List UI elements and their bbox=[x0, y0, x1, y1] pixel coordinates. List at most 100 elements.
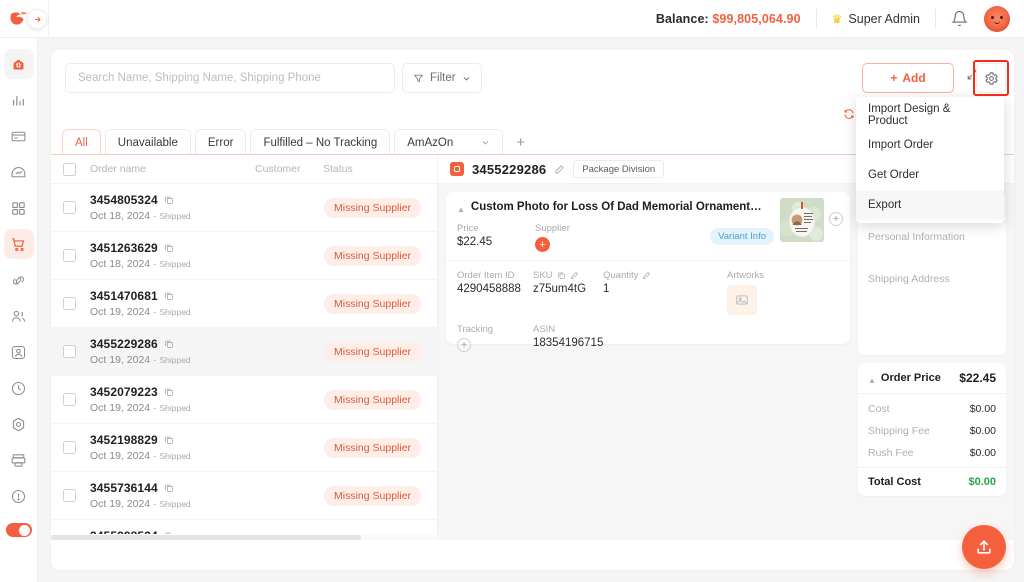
search-input[interactable] bbox=[65, 63, 395, 93]
orders-list: Order name Customer Status 3454805324 bbox=[51, 155, 438, 540]
quantity-value: 1 bbox=[603, 283, 727, 295]
tab-error[interactable]: Error bbox=[195, 129, 247, 155]
printer-icon bbox=[10, 452, 27, 469]
row-date: Oct 19, 2024 bbox=[90, 498, 150, 510]
notifications-button[interactable] bbox=[951, 10, 968, 27]
copy-icon[interactable] bbox=[164, 483, 174, 493]
collapse-caret-icon[interactable]: ▲ bbox=[457, 205, 465, 214]
row-checkbox[interactable] bbox=[63, 393, 76, 406]
add-tab-button[interactable]: + bbox=[507, 129, 534, 155]
copy-icon[interactable] bbox=[164, 435, 174, 445]
order-price-rows: Cost $0.00 Shipping Fee $0.00 Rush Fee bbox=[858, 394, 1006, 467]
copy-icon[interactable] bbox=[557, 271, 566, 280]
menu-item-export[interactable]: Export bbox=[856, 190, 1004, 220]
add-supplier-button[interactable]: + bbox=[535, 237, 550, 252]
artwork-placeholder[interactable] bbox=[727, 285, 757, 315]
tab-all[interactable]: All bbox=[62, 129, 101, 155]
divider bbox=[935, 9, 936, 29]
menu-item-get-order[interactable]: Get Order bbox=[856, 160, 1004, 190]
table-row[interactable]: 3455736144 Oct 19, 2024 · Shipped Missin… bbox=[51, 472, 437, 520]
table-row[interactable]: 3451470681 Oct 19, 2024 · Shipped Missin… bbox=[51, 280, 437, 328]
row-content: 3451263629 Oct 18, 2024 · Shipped bbox=[90, 241, 324, 270]
collapse-caret-icon[interactable]: ▲ bbox=[868, 376, 876, 385]
row-subtitle: Oct 19, 2024 · Shipped bbox=[90, 450, 324, 462]
sidebar-collapse-button[interactable] bbox=[27, 9, 47, 29]
copy-icon[interactable] bbox=[164, 243, 174, 253]
sidebar-item-home[interactable] bbox=[4, 49, 34, 79]
menu-item-import-design-product[interactable]: Import Design & Product bbox=[856, 100, 1004, 130]
sidebar-item-reports[interactable] bbox=[4, 85, 34, 115]
table-row[interactable]: 3452079223 Oct 19, 2024 · Shipped Missin… bbox=[51, 376, 437, 424]
tab-label: Error bbox=[208, 137, 234, 149]
total-cost-value: $0.00 bbox=[968, 476, 996, 488]
select-all-checkbox[interactable] bbox=[63, 163, 76, 176]
sidebar-item-customers[interactable] bbox=[4, 301, 34, 331]
add-button[interactable]: + Add bbox=[862, 63, 954, 93]
variant-info-badge[interactable]: Variant Info bbox=[710, 228, 774, 245]
edit-pencil-icon[interactable] bbox=[570, 271, 579, 280]
row-content: 3454805324 Oct 18, 2024 · Shipped bbox=[90, 193, 324, 222]
copy-icon[interactable] bbox=[164, 387, 174, 397]
avatar[interactable] bbox=[984, 6, 1010, 32]
horizontal-scrollbar[interactable] bbox=[51, 535, 447, 540]
status-badge: Missing Supplier bbox=[324, 486, 421, 506]
row-checkbox[interactable] bbox=[63, 345, 76, 358]
table-row[interactable]: 3455229286 Oct 19, 2024 · Shipped Missin… bbox=[51, 328, 437, 376]
add-item-image-button[interactable]: + bbox=[829, 212, 843, 226]
avatar-mouth bbox=[994, 21, 1000, 24]
copy-icon[interactable] bbox=[164, 531, 174, 534]
table-row[interactable]: 3454805324 Oct 18, 2024 · Shipped Missin… bbox=[51, 184, 437, 232]
sidebar-item-help[interactable] bbox=[4, 481, 34, 511]
sidebar-item-billing[interactable] bbox=[4, 121, 34, 151]
status-badge: Missing Supplier bbox=[324, 438, 421, 458]
add-tracking-button[interactable]: + bbox=[457, 338, 471, 352]
table-row[interactable]: 3452198829 Oct 19, 2024 · Shipped Missin… bbox=[51, 424, 437, 472]
detail-right-panels: ▲ Customer Personal Information Shipping… bbox=[858, 192, 1006, 532]
row-order-id: 3451263629 bbox=[90, 241, 158, 255]
row-date: Oct 19, 2024 bbox=[90, 354, 150, 366]
sidebar-item-history[interactable] bbox=[4, 373, 34, 403]
sidebar-item-integrations[interactable] bbox=[4, 265, 34, 295]
menu-item-import-order[interactable]: Import Order bbox=[856, 130, 1004, 160]
copy-icon[interactable] bbox=[164, 195, 174, 205]
orders-panel: Filter + Add Ro bbox=[51, 50, 1014, 570]
table-row[interactable]: 3455998524 Oct 20, 2024 · Shipped Missin… bbox=[51, 520, 437, 534]
row-checkbox[interactable] bbox=[63, 201, 76, 214]
product-thumbnail[interactable] bbox=[780, 198, 824, 242]
package-division-button[interactable]: Package Division bbox=[573, 160, 664, 178]
total-cost-row: Total Cost $0.00 bbox=[858, 468, 1006, 496]
sidebar-item-analytics[interactable] bbox=[4, 157, 34, 187]
row-checkbox[interactable] bbox=[63, 441, 76, 454]
sidebar-item-settings[interactable] bbox=[4, 409, 34, 439]
table-row[interactable]: 3451263629 Oct 18, 2024 · Shipped Missin… bbox=[51, 232, 437, 280]
row-checkbox[interactable] bbox=[63, 297, 76, 310]
artworks-field: Artworks bbox=[727, 270, 764, 315]
copy-icon[interactable] bbox=[164, 291, 174, 301]
tab-amazon[interactable]: AmAzOn bbox=[394, 129, 503, 155]
row-checkbox[interactable] bbox=[63, 489, 76, 502]
tab-unavailable[interactable]: Unavailable bbox=[105, 129, 191, 155]
upload-fab-button[interactable] bbox=[962, 525, 1006, 569]
sidebar-item-account[interactable] bbox=[4, 337, 34, 367]
sidebar-item-print[interactable] bbox=[4, 445, 34, 475]
row-order-id-wrap: 3452079223 bbox=[90, 385, 324, 399]
refresh-button[interactable] bbox=[843, 108, 855, 120]
sidebar-item-apps[interactable] bbox=[4, 193, 34, 223]
top-bar: Balance: $99,805,064.90 ♛ Super Admin bbox=[0, 0, 1024, 38]
theme-toggle[interactable] bbox=[6, 523, 32, 537]
row-status: Shipped bbox=[159, 499, 190, 509]
row-checkbox[interactable] bbox=[63, 249, 76, 262]
role-badge[interactable]: ♛ Super Admin bbox=[832, 12, 920, 26]
status-badge: Missing Supplier bbox=[324, 342, 421, 362]
tab-fulfilled-no-tracking[interactable]: Fulfilled – No Tracking bbox=[250, 129, 390, 155]
copy-icon[interactable] bbox=[164, 339, 174, 349]
filter-button[interactable]: Filter bbox=[402, 63, 482, 93]
edit-pencil-icon[interactable] bbox=[642, 271, 651, 280]
row-subtitle: Oct 18, 2024 · Shipped bbox=[90, 258, 324, 270]
settings-button[interactable] bbox=[976, 63, 1006, 93]
sidebar-item-orders[interactable] bbox=[4, 229, 34, 259]
edit-pencil-icon[interactable] bbox=[554, 164, 565, 175]
row-order-id: 3454805324 bbox=[90, 193, 158, 207]
scrollbar-thumb[interactable] bbox=[51, 535, 361, 540]
row-order-id: 3455998524 bbox=[90, 529, 158, 534]
